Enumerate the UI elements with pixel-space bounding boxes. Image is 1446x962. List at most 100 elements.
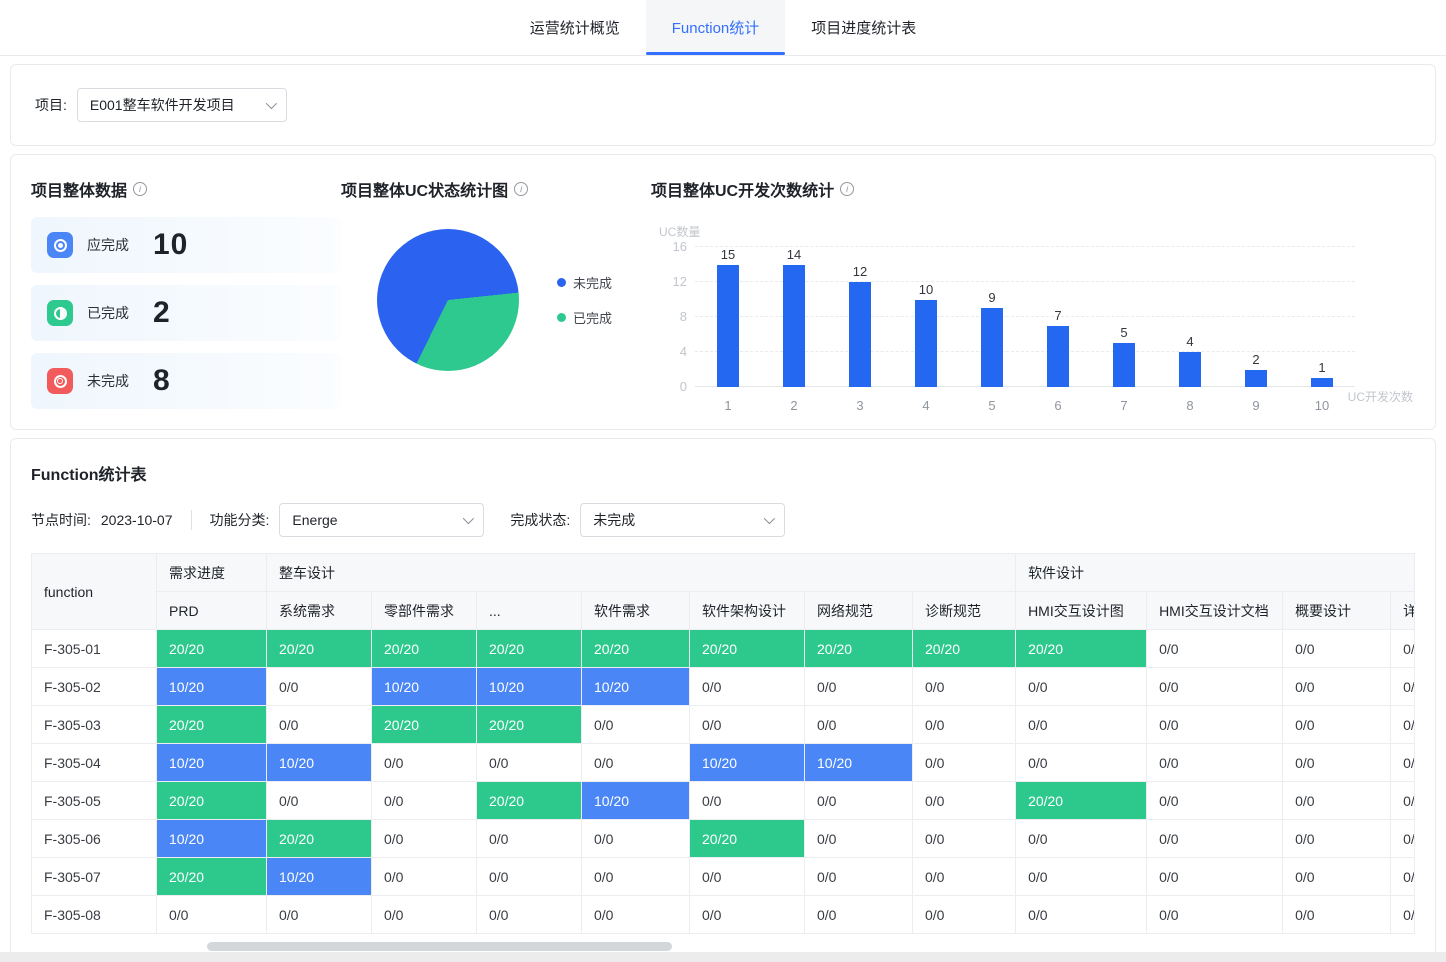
info-icon[interactable]: i [514,182,528,196]
bar-slot: 110 [1289,247,1355,387]
legend-label: 未完成 [573,273,612,292]
table-cell: 10/20 [690,744,805,782]
bar-value-label: 1 [1318,360,1325,375]
y-tick-label: 4 [659,344,687,359]
col-header: 系统需求 [267,592,372,630]
project-filter-panel: 项目: E001整车软件开发项目 [10,64,1436,146]
table-row: F-305-0120/2020/2020/2020/2020/2020/2020… [32,630,1416,668]
col-header: 网络规范 [805,592,913,630]
table-cell: 0/0 [582,858,690,896]
table-cell: 0/0 [477,858,582,896]
table-cell: 0/0 [1016,706,1147,744]
function-id-cell: F-305-08 [32,896,157,934]
x-tick-label: 4 [922,398,929,413]
bar [1047,326,1069,387]
table-cell: 0/0 [372,820,477,858]
bar-slot: 29 [1223,247,1289,387]
bar-value-label: 14 [787,247,801,262]
tab-Function统计[interactable]: Function统计 [646,0,786,55]
table-cell: 0/0 [1016,668,1147,706]
bar-slot: 142 [761,247,827,387]
function-table-wrap: function需求进度整车设计软件设计PRD系统需求零部件需求...软件需求软… [31,553,1415,934]
table-cell: 20/20 [477,630,582,668]
table-cell: 0/0 [477,896,582,934]
table-cell: 20/20 [913,630,1016,668]
project-select[interactable]: E001整车软件开发项目 [77,88,287,122]
table-cell: 0/0 [582,706,690,744]
col-group-header: 软件设计 [1016,554,1415,592]
function-id-cell: F-305-05 [32,782,157,820]
table-cell: 0/0 [582,744,690,782]
pie-legend: 未完成已完成 [557,273,612,327]
col-header: PRD [157,592,267,630]
tab-运营统计概览[interactable]: 运营统计概览 [504,0,646,55]
col-group-header: 需求进度 [157,554,267,592]
function-id-cell: F-305-01 [32,630,157,668]
table-cell: 10/20 [157,744,267,782]
table-cell: 20/20 [1016,630,1147,668]
bar-series: 1511421231049576574829110 [695,247,1355,387]
table-h-scrollbar-thumb[interactable] [207,942,672,951]
stat-label: 未完成 [87,371,153,391]
project-select-value: E001整车软件开发项目 [90,95,235,115]
table-cell: 0/0 [1147,706,1283,744]
table-cell: 0/0 [1391,896,1415,934]
status-select-value: 未完成 [593,510,635,530]
bar-slot: 76 [1025,247,1091,387]
stat-value: 10 [153,228,188,262]
table-cell: 0/0 [690,896,805,934]
table-cell: 20/20 [372,706,477,744]
bar-value-label: 7 [1054,308,1061,323]
x-tick-label: 1 [724,398,731,413]
overall-data-title-row: 项目整体数据 i [31,177,341,201]
bar-slot: 104 [893,247,959,387]
bar [1179,352,1201,387]
bar-value-label: 15 [721,247,735,262]
pie-chart-title: 项目整体UC状态统计图 [341,177,508,201]
category-label: 功能分类: [210,510,270,530]
chevron-down-icon [463,513,474,524]
table-cell: 0/0 [1147,744,1283,782]
function-id-cell: F-305-06 [32,820,157,858]
table-cell: 0/0 [1016,858,1147,896]
table-cell: 0/0 [267,782,372,820]
table-cell: 0/0 [1283,744,1391,782]
pie-chart-area: 未完成已完成 [341,229,651,371]
table-cell: 0/0 [267,706,372,744]
table-cell: 20/20 [157,706,267,744]
legend-dot-icon [557,278,566,287]
table-cell: 0/0 [267,896,372,934]
overall-data-title: 项目整体数据 [31,177,127,201]
bullseye-icon [47,368,73,394]
table-cell: 0/0 [913,706,1016,744]
function-table-panel: Function统计表 节点时间: 2023-10-07 功能分类: Energ… [10,438,1436,962]
table-cell: 0/0 [1391,630,1415,668]
bar [981,308,1003,387]
top-tab-bar: 运营统计概览Function统计项目进度统计表 [0,0,1446,56]
x-tick-label: 10 [1315,398,1329,413]
bar-chart-plot: UC数量 UC开发次数 0481216151142123104957657482… [695,247,1355,387]
table-cell: 20/20 [805,630,913,668]
info-icon[interactable]: i [133,182,147,196]
table-cell: 0/0 [477,744,582,782]
table-cell: 0/0 [1283,782,1391,820]
filter-divider [191,510,192,530]
page-h-scrollbar[interactable] [0,952,1446,962]
info-icon[interactable]: i [840,182,854,196]
status-select[interactable]: 未完成 [580,503,785,537]
bar-value-label: 12 [853,264,867,279]
bar-chart-x-axis-title: UC开发次数 [1348,388,1413,405]
table-cell: 0/0 [157,896,267,934]
table-cell: 0/0 [690,858,805,896]
stat-card: 已完成2 [31,285,341,341]
function-id-cell: F-305-03 [32,706,157,744]
category-select[interactable]: Energe [279,503,484,537]
table-h-scrollbar-track[interactable] [35,942,1411,952]
tab-项目进度统计表[interactable]: 项目进度统计表 [785,0,942,55]
table-cell: 0/0 [1016,744,1147,782]
bar-title-row: 项目整体UC开发次数统计 i [651,177,1415,201]
table-cell: 0/0 [805,668,913,706]
table-cell: 0/0 [1016,820,1147,858]
bar-slot: 57 [1091,247,1157,387]
table-cell: 0/0 [1391,858,1415,896]
